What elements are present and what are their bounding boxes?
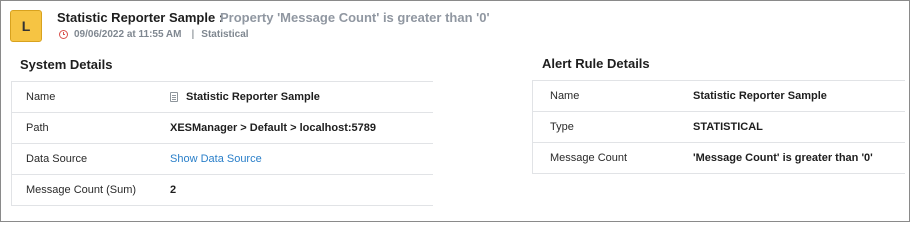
- document-icon: [170, 92, 178, 102]
- rule-condition-value: 'Message Count' is greater than '0': [693, 152, 873, 164]
- system-details-row-name: Name Statistic Reporter Sample: [11, 82, 433, 113]
- row-value: Statistic Reporter Sample: [170, 91, 320, 103]
- rule-type-value: STATISTICAL: [693, 121, 763, 133]
- alert-rule-row-type: Type STATISTICAL: [533, 112, 905, 143]
- meta-separator: |: [191, 29, 195, 40]
- severity-letter: L: [21, 18, 31, 34]
- alert-rule-row-message-count: Message Count 'Message Count' is greater…: [533, 143, 905, 174]
- row-label: Type: [550, 121, 574, 133]
- row-label: Message Count (Sum): [26, 184, 137, 196]
- rule-name-value: Statistic Reporter Sample: [693, 90, 827, 102]
- alert-rule-details-title: Alert Rule Details: [542, 56, 650, 71]
- message-count-value: 2: [170, 184, 177, 196]
- system-details-title: System Details: [20, 57, 113, 72]
- row-label: Message Count: [550, 152, 628, 164]
- system-details-row-data-source: Data Source Show Data Source: [11, 144, 433, 175]
- system-name-value: Statistic Reporter Sample: [186, 91, 320, 103]
- show-data-source-link[interactable]: Show Data Source: [170, 153, 262, 165]
- alert-card: L Statistic Reporter Sample : Property '…: [0, 0, 910, 222]
- row-label: Path: [26, 122, 49, 134]
- system-details-row-message-count: Message Count (Sum) 2: [11, 175, 433, 206]
- path-value: XESManager > Default > localhost:5789: [170, 122, 377, 134]
- alert-category: Statistical: [201, 29, 249, 40]
- alert-condition: Property 'Message Count' is greater than…: [220, 10, 490, 25]
- row-label: Name: [26, 91, 56, 103]
- alert-rule-details-panel: Name Statistic Reporter Sample Type STAT…: [532, 80, 905, 174]
- row-label: Data Source: [26, 153, 88, 165]
- system-details-panel: Name Statistic Reporter Sample Path XESM…: [11, 81, 433, 206]
- alert-rule-row-name: Name Statistic Reporter Sample: [533, 81, 905, 112]
- alert-timestamp: 09/06/2022 at 11:55 AM: [74, 29, 182, 40]
- row-label: Name: [550, 90, 580, 102]
- alert-title: Statistic Reporter Sample :: [57, 10, 224, 25]
- alert-meta: 09/06/2022 at 11:55 AM | Statistical: [59, 29, 249, 40]
- system-details-row-path: Path XESManager > Default > localhost:57…: [11, 113, 433, 144]
- severity-badge: L: [10, 10, 42, 42]
- clock-icon: [59, 30, 68, 39]
